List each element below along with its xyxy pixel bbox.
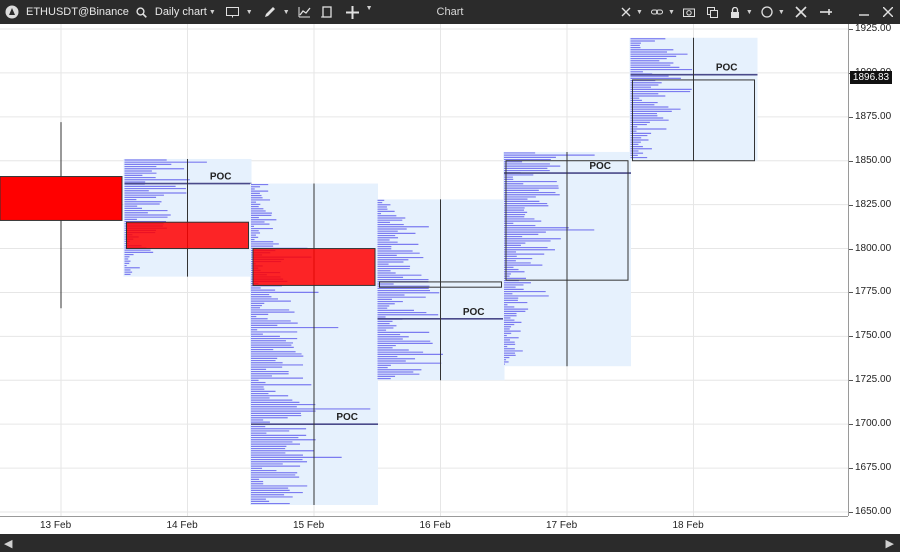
last-price-label: 1896.83 — [850, 71, 892, 85]
poc-label: POC — [463, 307, 485, 318]
window-caret-icon[interactable]: ▼ — [246, 9, 253, 16]
lock-caret-icon[interactable]: ▼ — [746, 9, 753, 16]
price-tick — [849, 336, 853, 338]
cursor-caret-icon[interactable]: ▼ — [636, 9, 643, 16]
crosshair-icon[interactable] — [342, 0, 364, 24]
poc-label: POC — [336, 412, 358, 423]
price-label: 1875.00 — [855, 110, 892, 122]
price-label: 1675.00 — [855, 462, 892, 474]
price-tick — [849, 380, 853, 382]
chart-plot-area[interactable]: POC POC POC POC POC — [0, 24, 848, 516]
timeframe-caret-icon[interactable]: ▼ — [209, 9, 216, 16]
time-axis[interactable]: 13 Feb 14 Feb 15 Feb 16 Feb 17 Feb 18 Feb — [0, 516, 848, 535]
time-label: 15 Feb — [293, 520, 325, 531]
timeframe-select[interactable]: Daily chart — [155, 6, 207, 18]
price-label: 1850.00 — [855, 154, 892, 166]
time-label: 17 Feb — [546, 520, 578, 531]
indicator-icon[interactable] — [294, 0, 316, 24]
time-label: 18 Feb — [672, 520, 704, 531]
tools-icon[interactable] — [793, 0, 810, 24]
price-tick — [849, 248, 853, 250]
price-label: 1700.00 — [855, 418, 892, 430]
poc-label: POC — [210, 172, 232, 183]
scroll-left-icon[interactable]: ◀ — [4, 537, 12, 550]
poc-label: POC — [589, 161, 611, 172]
logo-icon[interactable] — [4, 0, 20, 24]
price-tick — [849, 512, 853, 513]
poc-label: POC — [716, 63, 738, 74]
close-icon[interactable] — [876, 0, 900, 24]
time-label: 16 Feb — [419, 520, 451, 531]
price-tick — [849, 468, 853, 470]
price-label: 1750.00 — [855, 330, 892, 342]
scroll-right-icon[interactable]: ▶ — [886, 537, 894, 550]
horizontal-scrollbar[interactable]: ◀ ▶ — [0, 534, 900, 552]
crosshair-caret-icon[interactable]: ▼ — [366, 5, 373, 12]
copy-icon[interactable] — [704, 0, 721, 24]
time-label: 13 Feb — [40, 520, 72, 531]
toolbar: ETHUSDT@Binance Daily chart ▼ ▼ ▼ ▼ Char… — [0, 0, 900, 24]
candle-body — [0, 176, 123, 221]
search-icon[interactable] — [133, 0, 151, 24]
price-label: 1825.00 — [855, 198, 892, 210]
price-label: 1650.00 — [855, 506, 892, 517]
pencil-icon[interactable] — [259, 0, 281, 24]
candle-body — [126, 221, 249, 250]
window-icon[interactable] — [222, 0, 244, 24]
price-label: 1775.00 — [855, 286, 892, 298]
price-tick — [849, 160, 853, 162]
circle-icon[interactable] — [759, 0, 776, 24]
time-label: 14 Feb — [166, 520, 198, 531]
price-tick — [849, 204, 853, 206]
price-label: 1925.00 — [855, 23, 892, 34]
link-caret-icon[interactable]: ▼ — [668, 9, 675, 16]
price-tick — [849, 292, 853, 294]
price-label: 1800.00 — [855, 242, 892, 254]
price-label: 1725.00 — [855, 374, 892, 386]
lock-icon[interactable] — [727, 0, 744, 24]
bracket-icon[interactable] — [316, 0, 338, 24]
minimize-icon[interactable] — [852, 0, 876, 24]
price-tick — [849, 29, 853, 30]
price-axis[interactable]: 1925.001900.001875.001850.001825.001800.… — [848, 23, 900, 517]
price-tick — [849, 424, 853, 426]
pin-icon[interactable] — [818, 0, 835, 24]
candle-body — [252, 248, 376, 286]
link-icon[interactable] — [649, 0, 666, 24]
camera-icon[interactable] — [681, 0, 698, 24]
cursor-icon[interactable] — [617, 0, 634, 24]
symbol-label[interactable]: ETHUSDT@Binance — [26, 6, 129, 18]
pencil-caret-icon[interactable]: ▼ — [283, 9, 290, 16]
price-tick — [849, 116, 853, 118]
circle-caret-icon[interactable]: ▼ — [778, 9, 785, 16]
